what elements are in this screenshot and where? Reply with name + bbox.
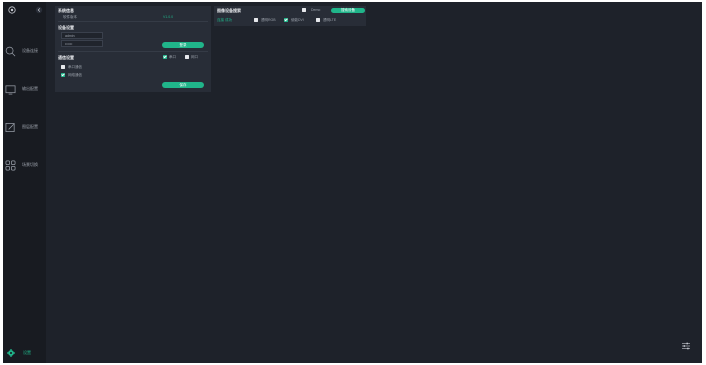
sidebar-settings-label: 设置 (23, 350, 31, 355)
network-comm-checkbox[interactable] (61, 73, 65, 77)
demo-label: Demo (311, 8, 321, 12)
serial-comm-checkbox[interactable] (61, 65, 65, 69)
network-mode-label: 网口 (191, 55, 198, 59)
settings-panel: 系统信息 软件版本 V1.0.0 设备设置 admin •••••• 登录 通信… (55, 6, 211, 92)
sidebar: 设备连接 输出配置 图层配置 场景切换 设置 (3, 2, 46, 363)
option1-checkbox[interactable] (254, 18, 258, 22)
divider (58, 21, 208, 22)
option1-label: 透明RGB (261, 18, 276, 22)
sidebar-item-label: 输出配置 (22, 86, 38, 91)
comm-settings-title: 通信设置 (58, 55, 74, 60)
system-info-title: 系统信息 (58, 8, 74, 13)
option2-checkbox[interactable] (284, 18, 288, 22)
divider (58, 51, 208, 52)
login-button[interactable]: 登录 (162, 42, 204, 48)
option2-label: 使能DVI (291, 18, 304, 22)
software-version-label: 软件版本 (63, 15, 77, 19)
sidebar-item-label: 设备连接 (22, 48, 38, 53)
serial-mode-checkbox[interactable] (163, 55, 167, 59)
sidebar-item-settings[interactable]: 设置 (7, 347, 45, 359)
option3-label: 透明LTE (323, 18, 337, 22)
password-field[interactable]: •••••• (61, 40, 103, 47)
network-comm-label: 网络通信 (68, 73, 82, 77)
sidebar-item-label: 图层配置 (22, 124, 38, 129)
search-icon (5, 46, 16, 56)
sidebar-item-scene-switch[interactable]: 场景切换 (5, 158, 46, 172)
device-search-title: 图像设备搜索 (217, 8, 241, 13)
device-search-panel: 图像设备搜索 Demo 搜索设备 连接 成功 透明RGB 使能DVI 透明LTE (214, 6, 366, 26)
demo-checkbox[interactable] (302, 8, 306, 12)
software-version-value: V1.0.0 (163, 15, 174, 19)
edit-icon (5, 122, 15, 132)
device-settings-title: 设备设置 (58, 25, 74, 30)
serial-mode-label: 串口 (169, 55, 176, 59)
sliders-icon[interactable] (681, 341, 691, 351)
sidebar-item-label: 场景切换 (22, 162, 38, 167)
connection-status: 连接 成功 (217, 18, 232, 22)
username-field[interactable]: admin (61, 32, 103, 39)
serial-comm-label: 串口通信 (68, 65, 82, 69)
save-button[interactable]: 保存 (162, 82, 204, 88)
option3-checkbox[interactable] (316, 18, 320, 22)
logo-icon (8, 6, 16, 14)
sidebar-item-layer-config[interactable]: 图层配置 (5, 120, 46, 134)
grid-icon (5, 160, 16, 170)
collapse-icon[interactable] (35, 6, 43, 14)
search-device-button[interactable]: 搜索设备 (331, 8, 365, 13)
gear-icon (7, 349, 15, 357)
app-window: 设备连接 输出配置 图层配置 场景切换 设置 系统信息 软件版本 V1.0.0 … (3, 2, 702, 363)
sidebar-item-device-connect[interactable]: 设备连接 (5, 44, 46, 58)
monitor-icon (5, 84, 16, 94)
network-mode-checkbox[interactable] (185, 55, 189, 59)
sidebar-item-output-config[interactable]: 输出配置 (5, 82, 46, 96)
